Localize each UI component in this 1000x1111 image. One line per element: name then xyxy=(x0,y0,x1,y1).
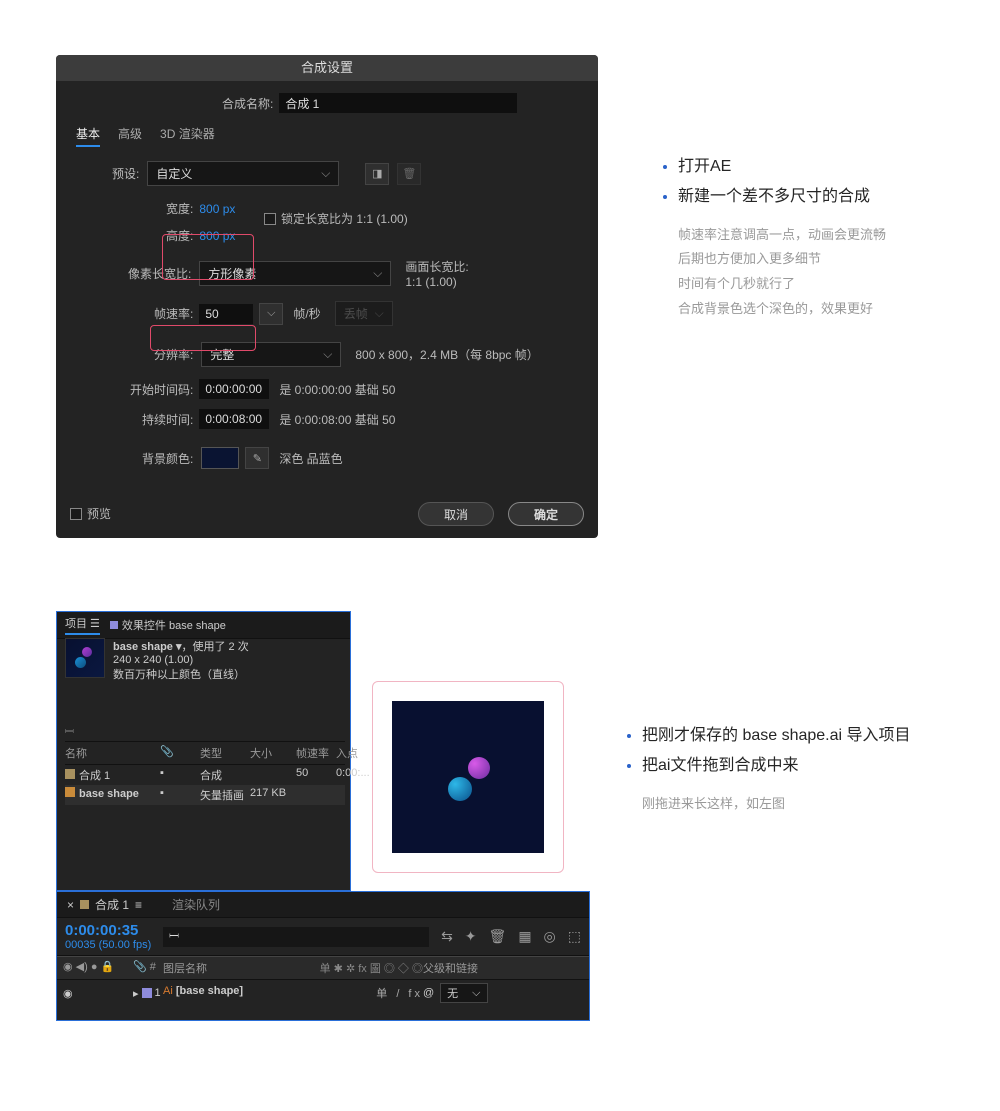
dur-input[interactable] xyxy=(199,409,269,429)
note: 帧速率注意调高一点，动画会更流畅 xyxy=(678,223,964,248)
asset-colors: 数百万种以上颜色（直线） xyxy=(113,666,249,682)
tool-icon[interactable]: ◎ xyxy=(544,928,556,945)
tool-icon[interactable]: ⇆ xyxy=(441,928,453,945)
note: 刚拖进来长这样，如左图 xyxy=(642,792,968,817)
timecode-sub: 00035 (50.00 fps) xyxy=(65,939,151,951)
parent-dropdown[interactable]: 无⌵ xyxy=(440,983,487,1003)
preview-checkbox[interactable] xyxy=(70,508,82,520)
note: 合成背景色选个深色的，效果更好 xyxy=(678,297,964,322)
tab-effect-controls[interactable]: 效果控件 base shape xyxy=(110,617,226,633)
bullet: 打开AE xyxy=(678,152,964,182)
start-tc-input[interactable] xyxy=(199,379,269,399)
note: 时间有个几秒就行了 xyxy=(678,272,964,297)
timeline-tab-render[interactable]: 渲染队列 xyxy=(172,896,220,913)
fps-dropdown-icon[interactable]: ⌵ xyxy=(259,303,283,325)
comp-name-label: 合成名称: xyxy=(222,95,273,112)
fps-input[interactable] xyxy=(199,304,253,324)
bullet: 新建一个差不多尺寸的合成 xyxy=(678,182,964,212)
lock-aspect-checkbox[interactable] xyxy=(264,213,276,225)
timeline-tools: ⇆ ✦ 🗑 ▦ ◎ ⬚ xyxy=(441,928,581,945)
dropframe-select[interactable]: 丢帧⌵ xyxy=(335,301,393,326)
layer-row[interactable]: ◉ ▸ 1 Ai [base shape]单 / fx @ 无⌵ xyxy=(57,980,589,1006)
tab-3d-renderer[interactable]: 3D 渲染器 xyxy=(160,125,215,147)
par-label: 像素长宽比: xyxy=(128,265,191,282)
preset-label: 预设: xyxy=(112,165,139,182)
bg-color-swatch[interactable] xyxy=(201,447,239,469)
delete-preset-icon[interactable]: 🗑 xyxy=(397,163,421,185)
dur-label: 持续时间: xyxy=(142,411,193,428)
preview-thumbnail xyxy=(372,681,564,873)
tabs: 基本 高级 3D 渲染器 xyxy=(76,125,598,147)
tool-icon[interactable]: ✦ xyxy=(465,928,477,945)
par-select[interactable]: 方形像素⌵ xyxy=(199,261,391,286)
cancel-button[interactable]: 取消 xyxy=(418,502,494,526)
table-row[interactable]: 合成 1 ▪ 合成 50 0:00:... xyxy=(65,765,345,785)
project-panel: 项目 ☰ 效果控件 base shape base shape ▾，使用了 2 … xyxy=(56,611,351,891)
note: 后期也方便加入更多细节 xyxy=(678,247,964,272)
dialog-title: 合成设置 xyxy=(56,55,598,81)
resolution-select[interactable]: 完整⌵ xyxy=(201,342,341,367)
composition-settings-dialog: 合成设置 合成名称: 基本 高级 3D 渲染器 预设: 自定义⌵ ◨ 🗑 宽度:… xyxy=(56,55,598,538)
asset-name: base shape ▾ xyxy=(113,641,182,653)
start-tc-label: 开始时间码: xyxy=(130,381,193,398)
frame-ar-value: 1:1 (1.00) xyxy=(405,275,468,289)
timeline-tab-comp[interactable]: × 合成 1 ≡ xyxy=(67,896,142,913)
asset-size: 240 x 240 (1.00) xyxy=(113,654,249,666)
dur-info: 是 0:00:08:00 基础 50 xyxy=(279,411,395,428)
tab-project[interactable]: 项目 ☰ xyxy=(65,615,100,635)
timecode[interactable]: 0:00:00:35 xyxy=(65,922,151,939)
table-row[interactable]: base shape ▪ 矢量插画 217 KB xyxy=(65,785,345,805)
ok-button[interactable]: 确定 xyxy=(508,502,584,526)
search-input[interactable]: 𝄩 xyxy=(163,927,429,947)
bg-label: 背景颜色: xyxy=(142,450,193,467)
ai-file-icon xyxy=(65,787,75,797)
tool-icon[interactable]: ▦ xyxy=(518,928,531,945)
side-notes-1: 打开AE 新建一个差不多尺寸的合成 帧速率注意调高一点，动画会更流畅 后期也方便… xyxy=(644,152,964,322)
fps-label: 帧速率: xyxy=(154,305,193,322)
fps-unit: 帧/秒 xyxy=(293,305,320,322)
tool-icon[interactable]: ⬚ xyxy=(568,928,581,945)
width-label: 宽度: xyxy=(166,200,193,217)
eyedropper-icon[interactable]: ✎ xyxy=(245,447,269,469)
bullet: 把ai文件拖到合成中来 xyxy=(642,751,968,781)
bullet: 把刚才保存的 base shape.ai 导入项目 xyxy=(642,721,968,751)
tool-icon[interactable]: 🗑 xyxy=(489,928,507,945)
side-notes-2: 把刚才保存的 base shape.ai 导入项目 把ai文件拖到合成中来 刚拖… xyxy=(608,721,968,816)
asset-thumbnail xyxy=(65,638,105,678)
layer-header: ◉ ◀) ● 🔒 📎 # 图层名称单 ✱ ✲ fx 圖 ◎ ◇ ◎ 父级和链接 xyxy=(57,956,589,980)
project-table-header: 名称 📎 类型 大小 帧速率 入点 xyxy=(65,742,345,765)
width-value[interactable]: 800 px xyxy=(199,202,235,216)
comp-name-input[interactable] xyxy=(279,93,517,113)
frame-ar-label: 画面长宽比: xyxy=(405,258,468,275)
bg-color-name: 深色 品蓝色 xyxy=(279,450,342,467)
comp-icon xyxy=(65,769,75,779)
height-value[interactable]: 800 px xyxy=(199,229,235,243)
tab-advanced[interactable]: 高级 xyxy=(118,125,142,147)
preview-label: 预览 xyxy=(87,505,111,522)
timeline-panel: × 合成 1 ≡ 渲染队列 0:00:00:35 00035 (50.00 fp… xyxy=(56,891,590,1021)
save-preset-icon[interactable]: ◨ xyxy=(365,163,389,185)
preset-select[interactable]: 自定义⌵ xyxy=(147,161,339,186)
lock-aspect-label: 锁定长宽比为 1:1 (1.00) xyxy=(281,210,408,227)
tab-basic[interactable]: 基本 xyxy=(76,125,100,147)
res-info: 800 x 800，2.4 MB（每 8bpc 帧） xyxy=(355,346,538,363)
height-label: 高度: xyxy=(166,227,193,244)
start-tc-info: 是 0:00:00:00 基础 50 xyxy=(279,381,395,398)
res-label: 分辨率: xyxy=(154,346,193,363)
